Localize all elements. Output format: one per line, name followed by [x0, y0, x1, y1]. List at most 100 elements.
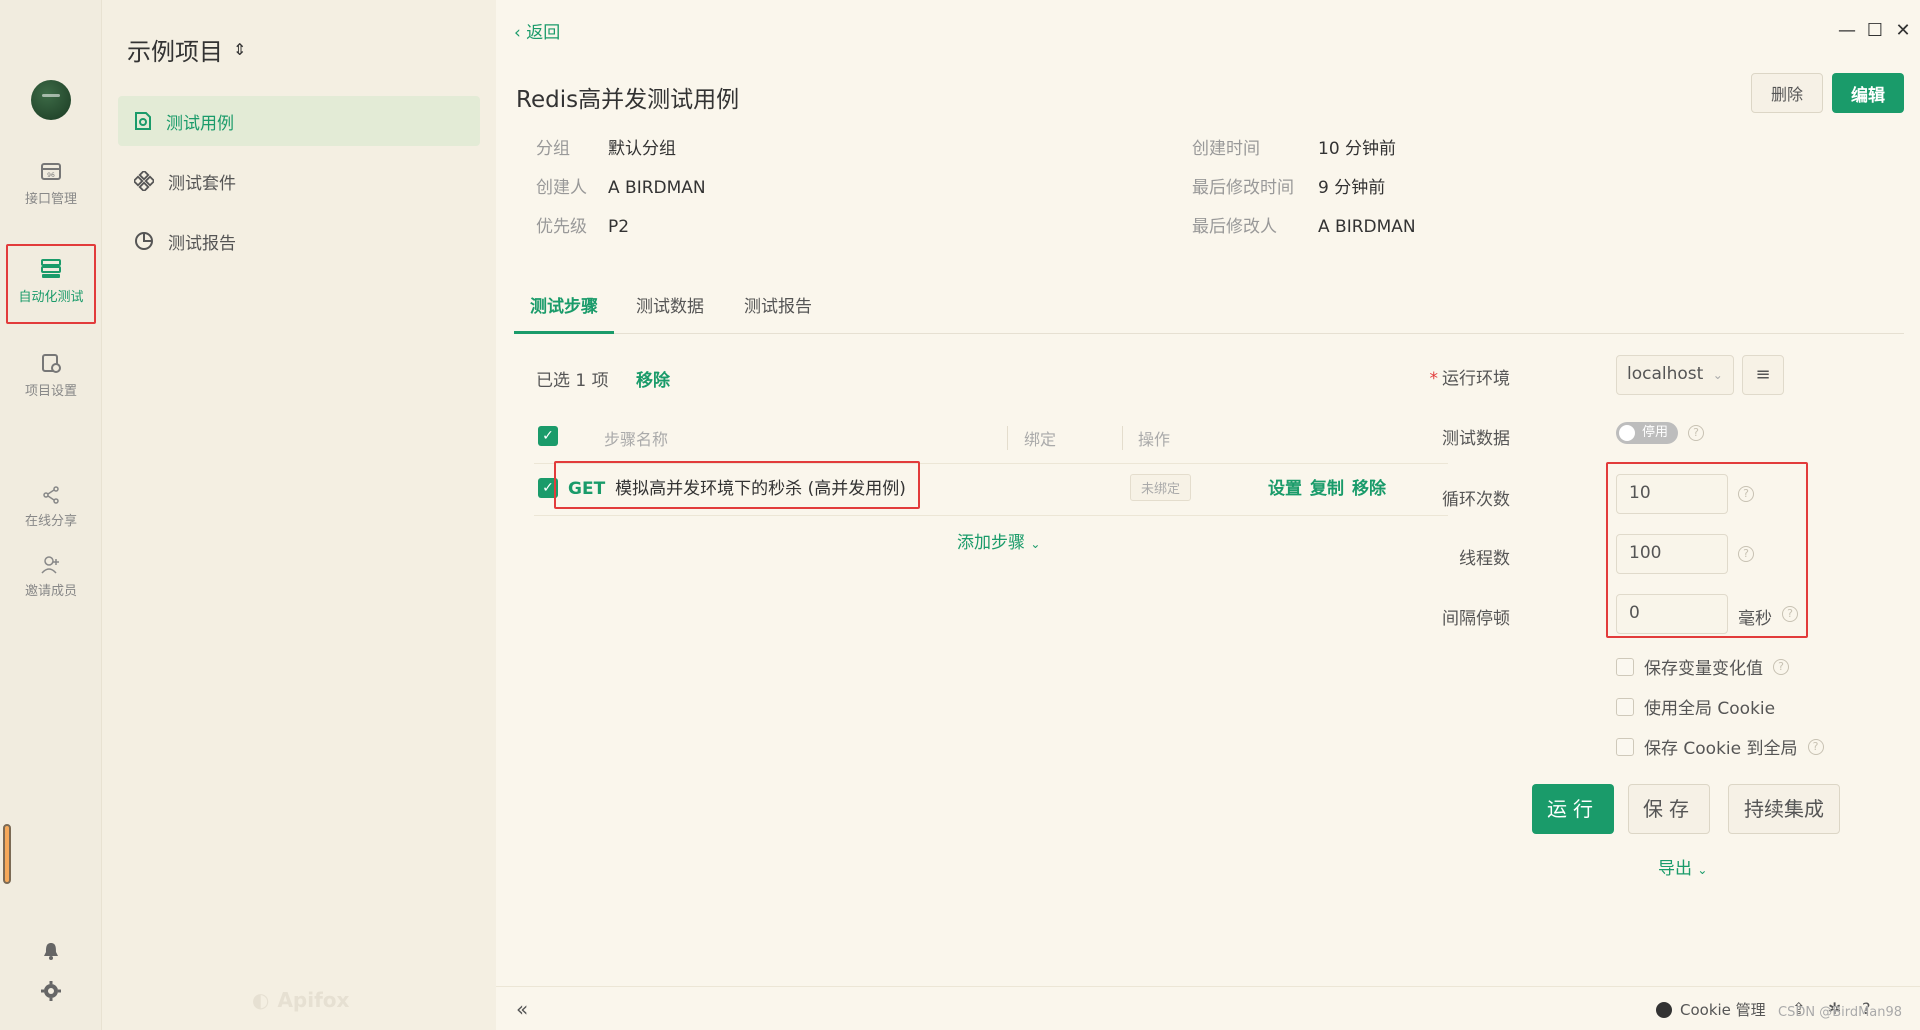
help-icon[interactable]: ?	[1738, 486, 1754, 502]
add-user-icon	[41, 556, 59, 574]
threads-input[interactable]: 100	[1616, 534, 1728, 574]
help-icon[interactable]: ?	[1782, 606, 1798, 622]
selected-count: 已选 1 项	[536, 371, 609, 391]
rail-label: 项目设置	[24, 384, 77, 399]
footer-bar: « Cookie 管理 ⇪ ✲ ? CSDN @BirdMan98	[496, 986, 1920, 1030]
test-data-toggle[interactable]: 停用	[1616, 422, 1678, 444]
cookie-label: Cookie 管理	[1680, 1001, 1766, 1019]
rail-scrollbar[interactable]	[3, 824, 11, 884]
run-button[interactable]: 运行	[1532, 784, 1614, 834]
close-icon[interactable]: ✕	[1892, 20, 1914, 41]
apifox-logo-icon: ◐	[252, 988, 270, 1012]
project-title: 示例项目	[127, 38, 223, 66]
chevron-updown-icon: ⇕	[233, 40, 247, 59]
rail-item-invite-members[interactable]: 邀请成员	[6, 556, 96, 599]
tab-test-report[interactable]: 测试报告	[744, 292, 812, 331]
check-global-cookie[interactable]: 使用全局 Cookie	[1616, 694, 1775, 719]
checkbox[interactable]	[1616, 657, 1634, 676]
interval-label: 间隔停顿	[1442, 609, 1510, 629]
cookie-manager-button[interactable]: Cookie 管理	[1656, 999, 1766, 1020]
rail-item-project-settings[interactable]: 项目设置	[6, 352, 96, 399]
save-button[interactable]: 保存	[1628, 784, 1710, 834]
project-sidebar: 示例项目 ⇕ 测试用例 测试套件 测试报告 ◐ Apifox	[102, 0, 496, 1030]
rail-item-api-management[interactable]: 96 接口管理	[6, 160, 96, 207]
help-icon[interactable]: ?	[1807, 738, 1824, 755]
add-step-button[interactable]: 添加步骤 ⌄	[957, 528, 1040, 553]
loop-count-input[interactable]: 10	[1616, 474, 1728, 514]
watermark: CSDN @BirdMan98	[1778, 1005, 1903, 1020]
back-link[interactable]: ‹ 返回	[514, 18, 560, 43]
bell-icon[interactable]	[40, 940, 62, 962]
meta-key: 最后修改时间	[1192, 178, 1294, 198]
icon-rail: 96 接口管理 自动化测试 项目设置 在线分享 邀请成员	[0, 0, 102, 1030]
meta-key: 优先级	[536, 217, 587, 237]
collapse-sidebar-icon[interactable]: «	[516, 997, 528, 1021]
page-title: Redis高并发测试用例	[516, 87, 740, 113]
apifox-logo: ◐ Apifox	[252, 988, 349, 1012]
rail-label: 邀请成员	[24, 584, 77, 599]
checkbox-label: 使用全局 Cookie	[1644, 699, 1776, 719]
help-icon[interactable]: ?	[1773, 658, 1789, 675]
meta-modified: 最后修改时间 9 分钟前	[1192, 173, 1385, 198]
meta-value: A BIRDMAN	[608, 178, 706, 198]
tab-test-steps[interactable]: 测试步骤	[514, 292, 614, 334]
export-button[interactable]: 导出 ⌄	[1658, 854, 1707, 879]
select-all-checkbox[interactable]: ✓	[538, 426, 558, 446]
back-label: 返回	[526, 23, 561, 43]
meta-key: 最后修改人	[1192, 217, 1277, 237]
step-title: 模拟高并发环境下的秒杀 (高并发用例)	[615, 479, 906, 499]
checkbox-label: 保存 Cookie 到全局	[1644, 739, 1798, 759]
meta-creator: 创建人 A BIRDMAN	[536, 173, 706, 198]
check-save-variables[interactable]: 保存变量变化值?	[1616, 654, 1789, 679]
add-step-label: 添加步骤	[957, 533, 1025, 553]
nav-label: 测试套件	[168, 173, 236, 194]
meta-key: 创建人	[536, 178, 587, 198]
remove-selected-link[interactable]: 移除	[636, 366, 670, 391]
interval-input[interactable]: 0	[1616, 594, 1728, 634]
pie-chart-icon	[135, 232, 153, 250]
test-case-icon	[135, 112, 151, 130]
threads-label: 线程数	[1459, 549, 1510, 569]
column-divider	[1122, 426, 1123, 450]
nav-test-cases[interactable]: 测试用例	[118, 96, 480, 146]
rail-item-automation-test[interactable]: 自动化测试	[6, 244, 96, 324]
env-label: * 运行环境	[1400, 364, 1511, 389]
suite-icon	[134, 171, 154, 191]
copy-link[interactable]: 复制	[1310, 479, 1344, 499]
project-switcher[interactable]: 示例项目 ⇕	[127, 32, 246, 67]
rail-item-online-share[interactable]: 在线分享	[6, 486, 96, 529]
remove-link[interactable]: 移除	[1352, 479, 1386, 499]
column-header: 绑定	[1024, 430, 1057, 449]
api-icon: 96	[41, 163, 61, 180]
tab-test-data[interactable]: 测试数据	[636, 292, 704, 331]
checkbox-label: 保存变量变化值	[1644, 659, 1763, 679]
meta-key: 创建时间	[1192, 139, 1260, 159]
env-select[interactable]: localhost ⌄	[1616, 355, 1734, 395]
delete-button[interactable]: 删除	[1751, 73, 1823, 113]
nav-test-reports[interactable]: 测试报告	[118, 216, 480, 266]
env-label-text: 运行环境	[1442, 369, 1510, 389]
row-operations: 设置 复制 移除	[1268, 474, 1394, 499]
nav-test-suites[interactable]: 测试套件	[118, 156, 480, 206]
edit-button[interactable]: 编辑	[1832, 73, 1904, 113]
meta-value: 9 分钟前	[1318, 178, 1386, 198]
test-data-label: 测试数据	[1442, 429, 1510, 449]
cookie-icon	[1656, 1001, 1672, 1018]
interval-unit: 毫秒	[1738, 609, 1772, 629]
maximize-icon[interactable]: ☐	[1864, 20, 1886, 41]
team-avatar[interactable]	[31, 80, 71, 120]
step-name[interactable]: GET 模拟高并发环境下的秒杀 (高并发用例)	[568, 474, 906, 499]
env-menu-button[interactable]: ≡	[1742, 355, 1784, 395]
help-icon[interactable]: ?	[1738, 546, 1754, 562]
ci-button[interactable]: 持续集成	[1728, 784, 1840, 834]
gear-icon[interactable]	[40, 980, 62, 1002]
checkbox[interactable]	[1616, 697, 1634, 716]
help-icon[interactable]: ?	[1688, 425, 1704, 441]
setting-link[interactable]: 设置	[1268, 479, 1302, 499]
nav-label: 测试用例	[166, 113, 234, 134]
column-divider	[1007, 426, 1008, 450]
check-save-cookie-global[interactable]: 保存 Cookie 到全局?	[1616, 734, 1824, 759]
checkbox[interactable]	[1616, 737, 1634, 756]
meta-key: 分组	[536, 139, 570, 159]
minimize-icon[interactable]: —	[1836, 20, 1858, 41]
